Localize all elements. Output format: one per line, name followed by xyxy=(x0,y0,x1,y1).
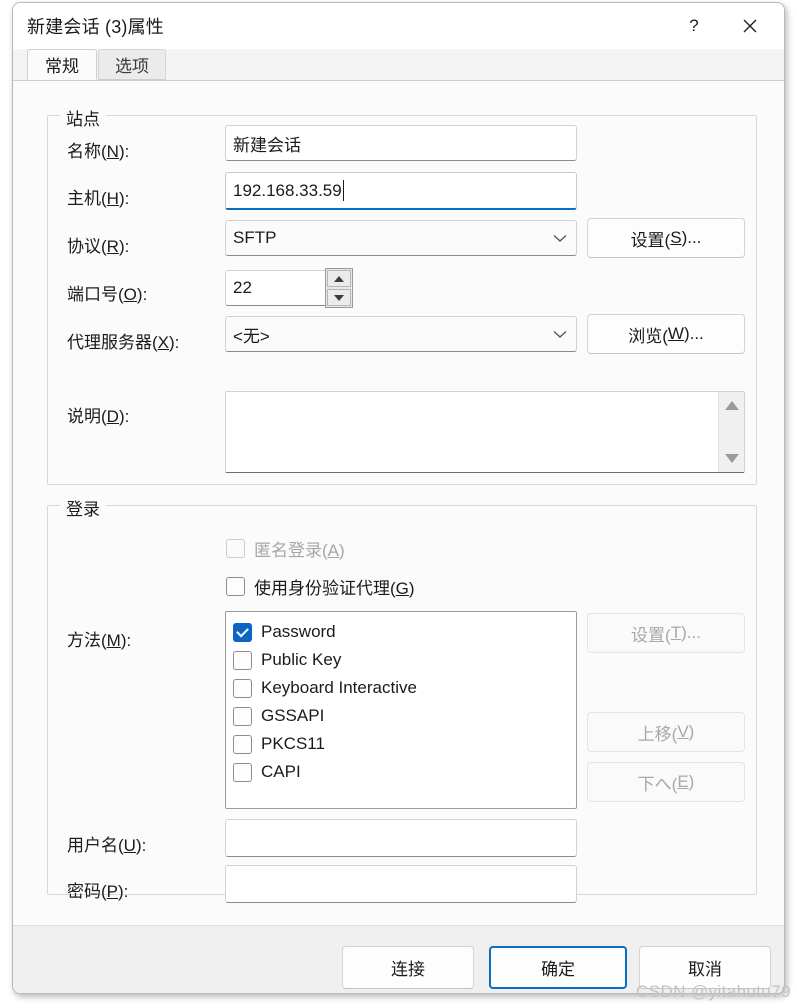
description-label: 说明(D): xyxy=(67,407,130,426)
text-caret xyxy=(342,180,344,201)
list-item-label: Public Key xyxy=(261,650,342,669)
tab-options[interactable]: 选项 xyxy=(98,49,166,80)
triangle-up-icon xyxy=(334,275,344,282)
port-spinner-up[interactable] xyxy=(327,270,351,287)
auth-method-listbox[interactable]: Password Public Key Keyboard Interactive… xyxy=(225,611,577,809)
screen: 新建会话 (3)属性 ? 常规 选项 站点 名称(N): 新建会话 主机(H):… xyxy=(0,0,797,1008)
triangle-down-icon xyxy=(334,294,344,301)
list-item-label: CAPI xyxy=(261,762,301,781)
close-icon xyxy=(742,18,758,34)
protocol-select-value: SFTP xyxy=(233,228,277,247)
general-tab-panel: 站点 名称(N): 新建会话 主机(H): 192.168.33.59 协议(R… xyxy=(13,80,784,925)
host-input-value: 192.168.33.59 xyxy=(233,180,342,200)
list-item[interactable]: PKCS11 xyxy=(233,730,576,758)
scroll-down-icon[interactable] xyxy=(724,454,739,463)
port-spinner-down[interactable] xyxy=(327,289,351,306)
list-item-label: PKCS11 xyxy=(261,734,325,753)
checkbox-unchecked-icon xyxy=(233,734,252,754)
ok-button[interactable]: 确定 xyxy=(489,946,627,989)
title-bar: 新建会话 (3)属性 ? xyxy=(13,3,784,49)
chevron-down-icon xyxy=(553,228,567,248)
description-scrollbar[interactable] xyxy=(718,392,744,472)
port-spinner-buttons[interactable] xyxy=(325,268,353,308)
checkbox-unchecked-icon xyxy=(226,539,245,558)
list-item[interactable]: CAPI xyxy=(233,758,576,786)
host-input[interactable]: 192.168.33.59 xyxy=(225,172,577,210)
list-item-label: Keyboard Interactive xyxy=(261,678,417,697)
list-item-label: GSSAPI xyxy=(261,706,325,725)
anonymous-login-label: 匿名登录(A) xyxy=(254,541,345,560)
question-mark-icon: ? xyxy=(689,16,699,35)
anonymous-login-checkbox: 匿名登录(A) xyxy=(226,536,345,561)
port-label: 端口号(O): xyxy=(67,285,148,304)
port-stepper[interactable]: 22 xyxy=(225,268,353,308)
proxy-select[interactable]: <无> xyxy=(225,316,577,352)
list-item[interactable]: Public Key xyxy=(233,646,576,674)
checkbox-unchecked-icon xyxy=(233,650,252,670)
description-textarea[interactable] xyxy=(225,391,745,473)
help-button[interactable]: ? xyxy=(668,3,720,49)
port-input-value: 22 xyxy=(233,278,252,297)
password-input[interactable] xyxy=(225,865,577,903)
session-properties-dialog: 新建会话 (3)属性 ? 常规 选项 站点 名称(N): 新建会话 主机(H):… xyxy=(12,2,785,994)
method-label: 方法(M): xyxy=(67,631,132,650)
watermark: CSDN @yitahutu79 xyxy=(635,982,791,1001)
close-button[interactable] xyxy=(724,3,776,49)
checkbox-unchecked-icon xyxy=(233,706,252,726)
method-settings-button: 设置(T)... xyxy=(587,613,745,653)
proxy-browse-button[interactable]: 浏览(W)... xyxy=(587,314,745,354)
username-label: 用户名(U): xyxy=(67,836,147,855)
protocol-select[interactable]: SFTP xyxy=(225,220,577,256)
checkbox-unchecked-icon xyxy=(233,762,252,782)
login-group-label: 登录 xyxy=(60,495,106,520)
name-label: 名称(N): xyxy=(67,142,130,161)
host-label: 主机(H): xyxy=(67,189,130,208)
use-auth-agent-checkbox[interactable]: 使用身份验证代理(G) xyxy=(226,574,415,599)
site-group-label: 站点 xyxy=(60,105,106,130)
proxy-label: 代理服务器(X): xyxy=(67,333,180,352)
proxy-select-value: <无> xyxy=(233,326,270,346)
list-item[interactable]: Password xyxy=(233,618,576,646)
name-input-value: 新建会话 xyxy=(233,135,301,155)
tab-strip: 常规 选项 xyxy=(13,49,784,80)
method-move-down-button: 下へ(E) xyxy=(587,762,745,802)
protocol-label: 协议(R): xyxy=(67,237,130,256)
chevron-down-icon xyxy=(553,324,567,344)
list-item[interactable]: Keyboard Interactive xyxy=(233,674,576,702)
method-move-up-button: 上移(V) xyxy=(587,712,745,752)
username-input[interactable] xyxy=(225,819,577,857)
connect-button[interactable]: 连接 xyxy=(342,946,474,989)
list-item[interactable]: GSSAPI xyxy=(233,702,576,730)
scroll-up-icon[interactable] xyxy=(724,401,739,410)
list-item-label: Password xyxy=(261,622,336,641)
name-input[interactable]: 新建会话 xyxy=(225,125,577,161)
port-input[interactable]: 22 xyxy=(225,270,329,306)
checkbox-checked-icon xyxy=(233,622,252,642)
tab-general[interactable]: 常规 xyxy=(27,49,97,80)
checkbox-unchecked-icon xyxy=(233,678,252,698)
use-auth-agent-label: 使用身份验证代理(G) xyxy=(254,579,415,598)
window-title: 新建会话 (3)属性 xyxy=(27,17,164,37)
checkbox-unchecked-icon xyxy=(226,577,245,596)
password-label: 密码(P): xyxy=(67,882,129,901)
protocol-settings-button[interactable]: 设置(S)... xyxy=(587,218,745,258)
